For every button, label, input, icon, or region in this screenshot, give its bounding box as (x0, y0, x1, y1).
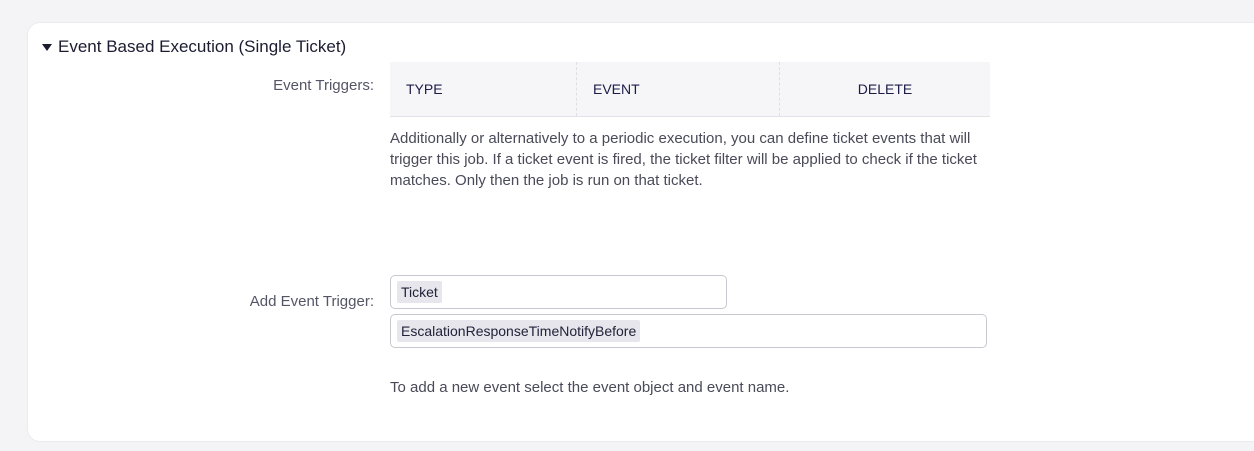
caret-down-icon[interactable] (42, 43, 52, 51)
column-header-event: EVENT (576, 62, 780, 117)
event-triggers-help-text: Additionally or alternatively to a perio… (390, 130, 977, 189)
add-event-trigger-label: Add Event Trigger: (249, 293, 374, 310)
panel-header-toggle[interactable]: Event Based Execution (Single Ticket) (42, 37, 346, 57)
event-triggers-table: TYPE EVENT DELETE (390, 62, 990, 117)
table-header-row: TYPE EVENT DELETE (390, 62, 990, 117)
column-header-delete: DELETE (779, 62, 990, 117)
event-triggers-label: Event Triggers: (273, 77, 374, 94)
event-name-selected-value: EscalationResponseTimeNotifyBefore (397, 320, 641, 342)
event-object-selected-value: Ticket (397, 281, 442, 303)
panel-title: Event Based Execution (Single Ticket) (58, 37, 347, 56)
add-event-help-text: To add a new event select the event obje… (390, 379, 790, 396)
event-name-select[interactable]: EscalationResponseTimeNotifyBefore (390, 314, 987, 348)
event-object-select[interactable]: Ticket (390, 275, 727, 309)
column-header-type: TYPE (390, 62, 577, 117)
